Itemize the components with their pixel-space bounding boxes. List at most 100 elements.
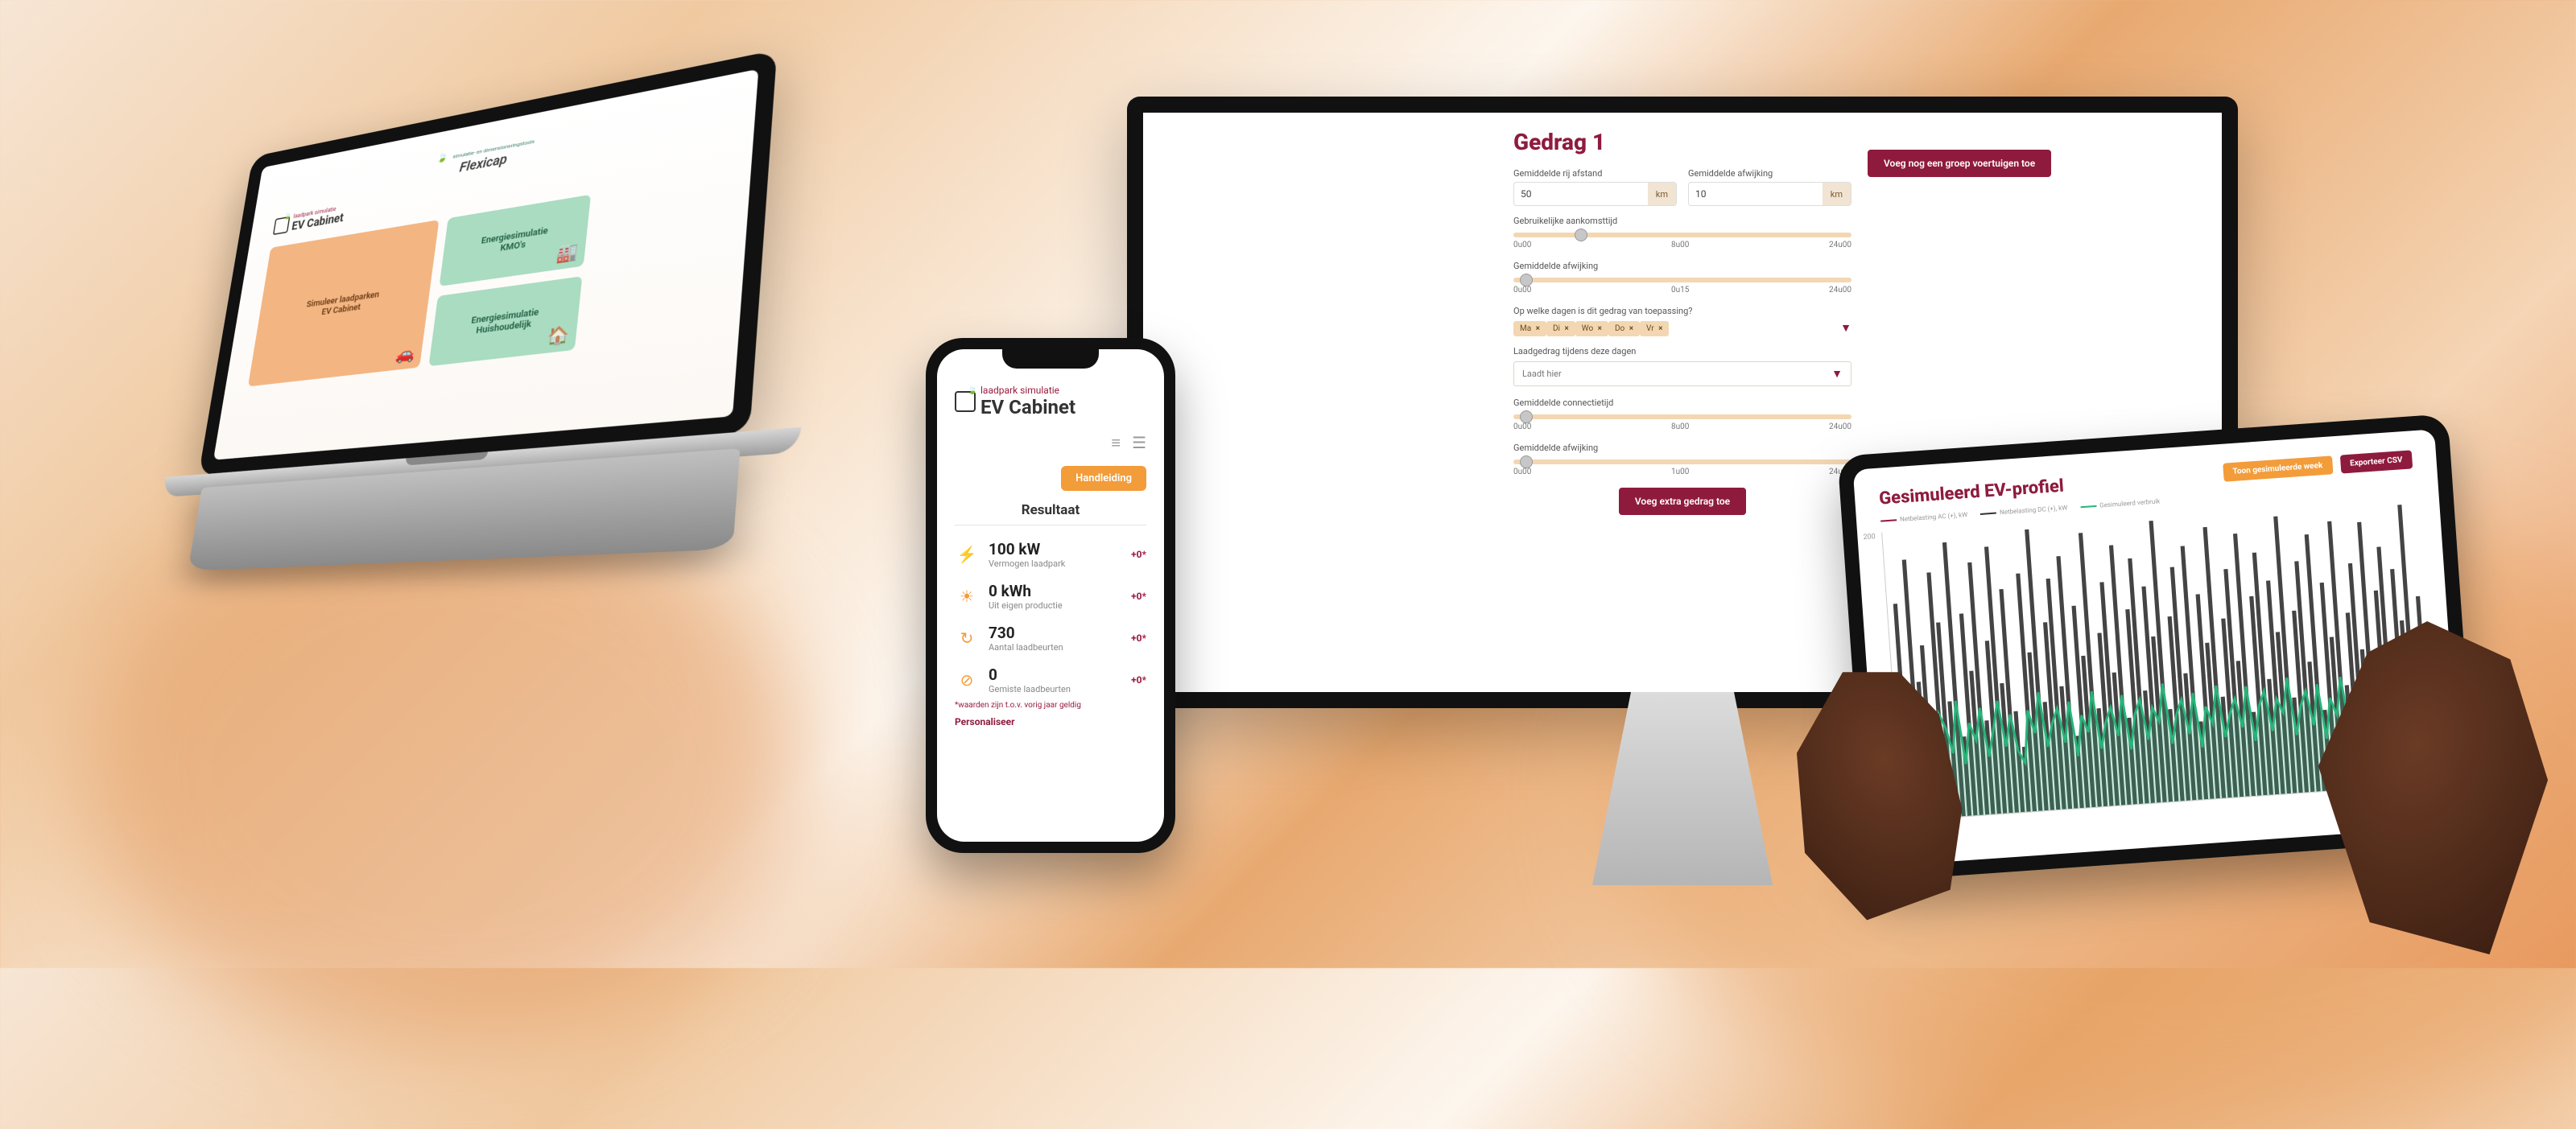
tile-energie-kmo[interactable]: Energiesimulatie KMO's 🏭 xyxy=(440,195,591,286)
cross-icon: ⊘ xyxy=(955,670,979,690)
slider-label: Gebruikelijke aankomsttijd xyxy=(1513,216,1852,226)
deviation2-slider: Gemiddelde afwijking 0u00 1u00 24u00 xyxy=(1513,443,1852,476)
dropdown-caret-icon[interactable]: ▼ xyxy=(1840,321,1852,335)
day-chip[interactable]: Di × xyxy=(1546,321,1575,336)
charge-label: Laadgedrag tijdens deze dagen xyxy=(1513,346,1852,356)
slider-label: Gemiddelde afwijking xyxy=(1513,443,1852,453)
tile-label: Simuleer laadparken EV Cabinet xyxy=(304,290,380,320)
manual-button[interactable]: Handleiding xyxy=(1061,466,1146,491)
arrival-slider: Gebruikelijke aankomsttijd 0u00 8u00 24u… xyxy=(1513,216,1852,249)
day-chip[interactable]: Wo × xyxy=(1575,321,1608,336)
avg-deviation-field: Gemiddelde afwijking 10 km xyxy=(1688,168,1852,206)
input-value: 50 xyxy=(1514,188,1648,200)
day-chip-row: Ma ×Di ×Wo ×Do ×Vr × ▼ xyxy=(1513,321,1852,335)
slider-track[interactable] xyxy=(1513,414,1852,419)
factory-icon: 🏭 xyxy=(555,241,579,265)
phone-tab-icons: ≡ ☰ xyxy=(955,433,1146,453)
slider-track[interactable] xyxy=(1513,233,1852,237)
laptop-bezel: 🍃 simulatie- en dimensioneringstools Fle… xyxy=(198,50,777,476)
metric-delta: +0* xyxy=(1131,549,1146,560)
tick: 0u00 xyxy=(1513,468,1531,476)
day-chip[interactable]: Vr × xyxy=(1640,321,1669,336)
result-title: Resultaat xyxy=(955,491,1146,521)
tab-icon[interactable]: ≡ xyxy=(1111,433,1121,453)
tick: 1u00 xyxy=(1671,468,1689,476)
day-chip[interactable]: Ma × xyxy=(1513,321,1546,336)
metric-row: ↻730Aantal laadbeurten+0* xyxy=(955,617,1146,659)
metric-value: 0 kWh xyxy=(989,582,1063,600)
select-value: Laadt hier xyxy=(1522,369,1562,379)
slider-label: Gemiddelde afwijking xyxy=(1513,261,1852,271)
metric-delta: +0* xyxy=(1131,632,1146,644)
tile-label: Energiesimulatie KMO's xyxy=(479,225,548,257)
input-unit: km xyxy=(1823,183,1851,205)
phone-screen: 🍃 laadpark simulatie EV Cabinet ≡ ☰ Hand… xyxy=(937,349,1164,842)
metric-value: 730 xyxy=(989,624,1063,642)
day-chip[interactable]: Do × xyxy=(1608,321,1640,336)
metric-delta: +0* xyxy=(1131,674,1146,686)
field-label: Gemiddelde afwijking xyxy=(1688,168,1852,179)
legend-item: Netbelasting DC (+), kW xyxy=(1980,504,2068,517)
behavior-form: Gedrag 1 Gemiddelde rij afstand 50 km Ge… xyxy=(1513,121,1852,684)
ev-logo-main: EV Cabinet xyxy=(980,396,1075,418)
remove-chip-icon[interactable]: × xyxy=(1564,324,1568,333)
ev-glyph-icon: 🍃 xyxy=(955,391,976,412)
tick: 8u00 xyxy=(1671,241,1689,249)
legend-item: Gesimuleerd verbruik xyxy=(2080,497,2161,510)
days-label: Op welke dagen is dit gedrag van toepass… xyxy=(1513,306,1852,316)
tile-label: Energiesimulatie Huishoudelijk xyxy=(469,307,539,336)
slider-thumb[interactable] xyxy=(1520,410,1533,423)
footnote: *waarden zijn t.o.v. vorig jaar geldig xyxy=(955,701,1146,710)
remove-chip-icon[interactable]: × xyxy=(1658,324,1662,333)
phone-notch xyxy=(1002,349,1099,369)
laptop-mockup: 🍃 simulatie- en dimensioneringstools Fle… xyxy=(139,36,841,560)
dropdown-caret-icon: ▼ xyxy=(1831,367,1843,381)
add-behavior-button[interactable]: Voeg extra gedrag toe xyxy=(1619,488,1746,515)
ev-cabinet-logo: 🍃 laadpark simulatie EV Cabinet xyxy=(955,385,1146,418)
tile-simulate-ev[interactable]: Simuleer laadparken EV Cabinet 🚗 xyxy=(248,220,440,386)
slider-track[interactable] xyxy=(1513,459,1852,464)
car-icon: 🚗 xyxy=(394,343,416,365)
legend-item: Netbelasting AC (+), kW xyxy=(1880,511,1968,525)
metric-row: ⚡100 kWVermogen laadpark+0* xyxy=(955,534,1146,575)
slider-thumb[interactable] xyxy=(1520,455,1533,468)
menu-icon[interactable]: ☰ xyxy=(1132,433,1146,453)
cycle-icon: ↻ xyxy=(955,628,979,648)
remove-chip-icon[interactable]: × xyxy=(1598,324,1602,333)
y-tick: 200 xyxy=(1863,533,1876,542)
personalize-link[interactable]: Personaliseer xyxy=(955,716,1146,727)
form-title: Gedrag 1 xyxy=(1513,129,1852,155)
avg-distance-input[interactable]: 50 km xyxy=(1513,182,1677,206)
metric-row: ☀0 kWhUit eigen productie+0* xyxy=(955,575,1146,617)
slider-label: Gemiddelde connectietijd xyxy=(1513,398,1852,408)
deviation1-slider: Gemiddelde afwijking 0u00 0u15 24u00 xyxy=(1513,261,1852,295)
avg-deviation-input[interactable]: 10 km xyxy=(1688,182,1852,206)
charge-behavior-select[interactable]: Laadt hier ▼ xyxy=(1513,361,1852,386)
slider-track[interactable] xyxy=(1513,278,1852,282)
tick: 8u00 xyxy=(1671,422,1689,431)
phone-mockup: 🍃 laadpark simulatie EV Cabinet ≡ ☰ Hand… xyxy=(926,338,1175,853)
tick: 24u00 xyxy=(1829,241,1852,249)
metric-delta: +0* xyxy=(1131,591,1146,602)
input-unit: km xyxy=(1648,183,1676,205)
add-vehicle-group-button[interactable]: Voeg nog een groep voertuigen toe xyxy=(1868,150,2051,177)
leaf-icon: 🍃 xyxy=(436,151,448,164)
slider-thumb[interactable] xyxy=(1520,274,1533,286)
remove-chip-icon[interactable]: × xyxy=(1536,324,1540,333)
tick: 0u00 xyxy=(1513,286,1531,295)
metric-label: Uit eigen productie xyxy=(989,600,1063,611)
metric-value: 0 xyxy=(989,665,1071,684)
tick: 24u00 xyxy=(1829,422,1852,431)
tile-energie-huishoudelijk[interactable]: Energiesimulatie Huishoudelijk 🏠 xyxy=(428,276,582,366)
ev-logo-sub: laadpark simulatie xyxy=(980,385,1075,396)
house-icon: 🏠 xyxy=(547,324,571,348)
metric-row: ⊘ 0Gemiste laadbeurten +0* xyxy=(955,659,1146,701)
connection-slider: Gemiddelde connectietijd 0u00 8u00 24u00 xyxy=(1513,398,1852,431)
tile-grid: Simuleer laadparken EV Cabinet 🚗 Energie… xyxy=(248,173,720,386)
metric-label: Gemiste laadbeurten xyxy=(989,684,1071,694)
monitor-stand xyxy=(1554,692,1811,885)
remove-chip-icon[interactable]: × xyxy=(1629,324,1633,333)
slider-thumb[interactable] xyxy=(1575,229,1587,241)
bolt-icon: ⚡ xyxy=(955,545,979,564)
ev-glyph-icon: 🍃 xyxy=(273,216,291,235)
